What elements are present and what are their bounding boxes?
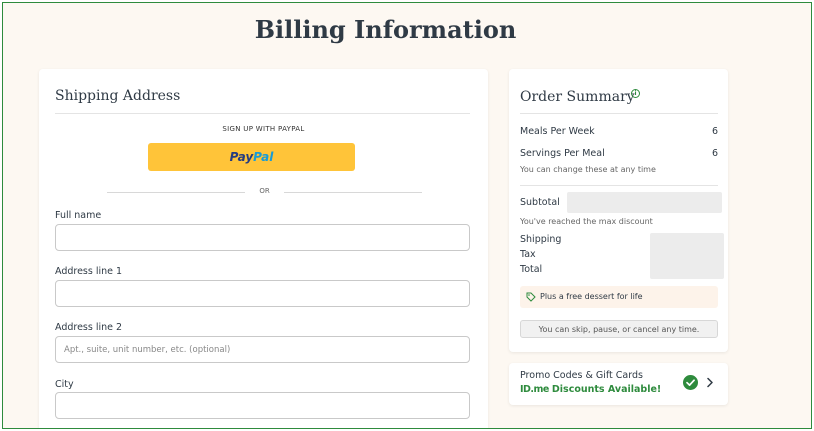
paypal-button[interactable]: PayPal bbox=[148, 143, 355, 171]
paypal-logo-pay: Pay bbox=[229, 150, 254, 164]
info-icon[interactable]: i bbox=[631, 89, 640, 98]
free-dessert-text: Plus a free dessert for life bbox=[540, 292, 643, 301]
shipping-address-card: Shipping Address SIGN UP WITH PAYPAL Pay… bbox=[39, 69, 488, 428]
meals-per-week-value: 6 bbox=[711, 126, 718, 137]
divider bbox=[55, 113, 470, 114]
city-field[interactable] bbox=[55, 392, 470, 419]
order-summary-card: Order Summary i Meals Per Week 6 Serving… bbox=[509, 69, 728, 352]
promo-title: Promo Codes & Gift Cards bbox=[520, 370, 643, 381]
address-line-1-label: Address line 1 bbox=[55, 266, 123, 277]
city-label: City bbox=[55, 379, 74, 390]
free-dessert-banner: Plus a free dessert for life bbox=[520, 286, 718, 308]
tag-icon bbox=[526, 292, 536, 302]
check-circle-icon bbox=[683, 375, 698, 390]
idme-discount-row: ID.me Discounts Available! bbox=[520, 384, 661, 395]
servings-per-meal-label: Servings Per Meal bbox=[520, 148, 605, 159]
or-separator: OR bbox=[107, 186, 422, 198]
promo-codes-card[interactable]: Promo Codes & Gift Cards ID.me Discounts… bbox=[509, 363, 728, 405]
total-label: Total bbox=[520, 264, 543, 275]
max-discount-note: You've reached the max discount bbox=[520, 217, 653, 226]
meals-per-week-label: Meals Per Week bbox=[520, 126, 595, 137]
chevron-right-icon[interactable] bbox=[706, 377, 714, 388]
subtotal-value-placeholder bbox=[567, 192, 722, 213]
page-frame: Billing Information Shipping Address SIG… bbox=[2, 2, 812, 429]
skip-pause-cancel-button[interactable]: You can skip, pause, or cancel any time. bbox=[520, 320, 718, 338]
or-text: OR bbox=[259, 187, 270, 195]
subtotal-label: Subtotal bbox=[520, 197, 560, 208]
discounts-available-text: Discounts Available! bbox=[551, 384, 662, 395]
address-line-2-label: Address line 2 bbox=[55, 322, 123, 333]
shipping-heading: Shipping Address bbox=[55, 88, 181, 104]
full-name-label: Full name bbox=[55, 210, 102, 221]
order-summary-heading: Order Summary bbox=[520, 89, 635, 105]
divider bbox=[520, 113, 718, 114]
paypal-caption: SIGN UP WITH PAYPAL bbox=[222, 125, 305, 133]
address-line-2-field[interactable] bbox=[55, 336, 470, 363]
servings-per-meal-value: 6 bbox=[711, 148, 718, 159]
change-note: You can change these at any time bbox=[520, 165, 656, 174]
shipping-cost-label: Shipping bbox=[520, 234, 562, 245]
divider bbox=[520, 185, 718, 186]
paypal-logo-pal: Pal bbox=[253, 150, 274, 164]
idme-logo: ID.me bbox=[520, 384, 549, 395]
tax-label: Tax bbox=[520, 249, 536, 260]
totals-value-placeholder bbox=[650, 233, 724, 279]
address-line-1-field[interactable] bbox=[55, 280, 470, 307]
page-title: Billing Information bbox=[254, 15, 517, 44]
full-name-field[interactable] bbox=[55, 224, 470, 251]
